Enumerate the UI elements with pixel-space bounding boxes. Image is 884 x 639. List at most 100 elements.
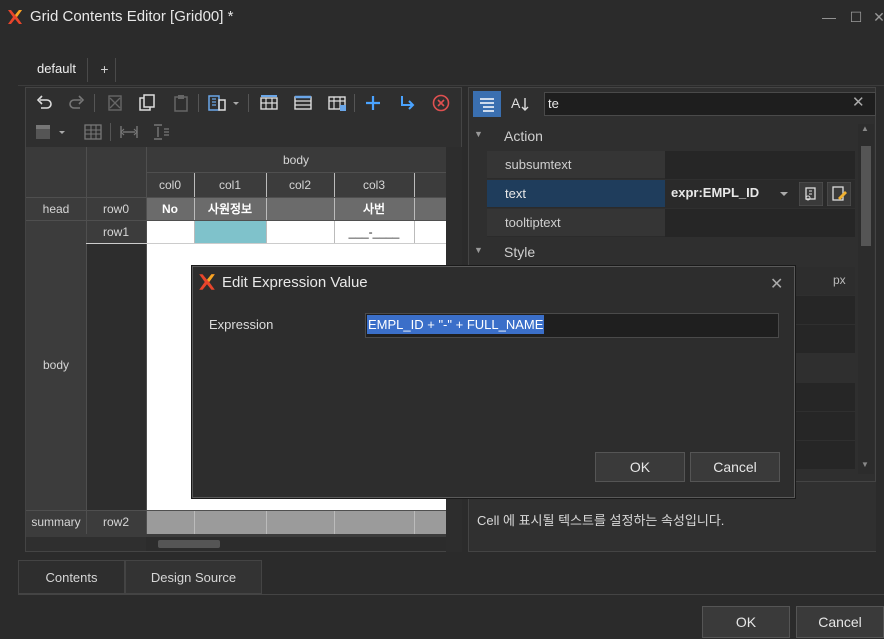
divider [18, 594, 884, 595]
dialog-title: Edit Expression Value [222, 274, 368, 291]
column-width-icon[interactable] [118, 121, 140, 143]
head-cell[interactable] [414, 197, 446, 220]
summary-row[interactable] [146, 510, 446, 534]
dialog-ok-button[interactable]: OK [595, 452, 685, 482]
head-cell[interactable] [266, 197, 334, 220]
categorized-view-icon[interactable] [473, 91, 501, 117]
property-value-cell[interactable] [795, 412, 855, 440]
column-header-col2[interactable]: col2 [266, 172, 334, 197]
dialog-cancel-button[interactable]: Cancel [690, 452, 780, 482]
property-value-cell[interactable] [795, 325, 855, 353]
property-row-text[interactable]: text expr:EMPL_ID [487, 180, 855, 208]
sort-alphabetical-icon[interactable]: A [508, 92, 534, 116]
property-row-tooltiptext[interactable]: tooltiptext [487, 209, 855, 237]
band-label-body: body [146, 147, 446, 172]
unit-label: px [833, 273, 846, 287]
body-cell[interactable] [146, 220, 194, 243]
toolbar-separator [198, 94, 199, 112]
category-action[interactable]: ▼ Action [470, 124, 860, 150]
category-style[interactable]: ▼ Style [470, 240, 860, 266]
delete-icon[interactable] [430, 92, 452, 114]
category-label: Action [504, 128, 543, 144]
dialog-close-button[interactable]: ✕ [770, 274, 783, 294]
property-value-field[interactable]: expr:EMPL_ID [665, 180, 855, 208]
copy-icon[interactable] [136, 92, 158, 114]
collapse-icon[interactable]: ▼ [474, 245, 483, 255]
expression-icon[interactable] [799, 182, 823, 206]
property-search-value: te [548, 96, 559, 111]
document-tab-strip [18, 46, 884, 86]
corner-cell [26, 147, 86, 197]
cut-icon[interactable] [104, 92, 126, 114]
scroll-down-icon[interactable]: ▼ [861, 460, 869, 469]
app-logo-icon [8, 10, 22, 24]
column-header-col0[interactable]: col0 [146, 172, 194, 197]
arrow-down-right-icon[interactable] [396, 92, 418, 114]
property-scrollbar[interactable]: ▲ ▼ [858, 124, 874, 474]
grid-icon[interactable] [82, 121, 104, 143]
property-value-cell[interactable] [795, 383, 855, 411]
toolbar-separator [110, 123, 111, 141]
window-title: Grid Contents Editor [Grid00] * [30, 8, 234, 25]
app-logo-icon [199, 274, 215, 290]
property-value-cell[interactable] [795, 296, 855, 324]
insert-row-icon[interactable] [258, 92, 280, 114]
svg-text:A: A [511, 95, 521, 111]
tab-design-source[interactable]: Design Source [125, 560, 262, 594]
maximize-button[interactable]: ☐ [845, 6, 867, 28]
band-summary-label: summary [31, 515, 81, 529]
scroll-up-icon[interactable]: ▲ [861, 124, 869, 133]
expression-label: Expression [209, 317, 274, 332]
row-label-row0[interactable]: row0 [86, 197, 146, 220]
band-head-label: head [42, 201, 70, 216]
property-search-input[interactable] [544, 92, 876, 116]
undo-icon[interactable] [33, 92, 55, 114]
property-value[interactable] [665, 209, 855, 237]
band-body-label: body [42, 358, 70, 372]
row-label-row2[interactable]: row2 [86, 510, 146, 534]
head-cell[interactable]: 사번 [334, 197, 414, 220]
body-cell[interactable]: ___-____ [334, 220, 414, 243]
paste-icon[interactable] [170, 92, 192, 114]
head-cell[interactable]: 사원정보 [194, 197, 266, 220]
cell-style-icon[interactable] [33, 121, 55, 143]
column-header-col3[interactable]: col3 [334, 172, 414, 197]
expression-value-selected: EMPL_ID + "-" + FULL_NAME [367, 315, 545, 334]
edit-icon[interactable] [827, 182, 851, 206]
body-cell-selected[interactable] [194, 220, 266, 243]
property-value-cell[interactable]: px [795, 267, 855, 295]
chevron-down-icon[interactable] [230, 92, 242, 114]
redo-icon[interactable] [66, 92, 88, 114]
category-label: Style [504, 244, 536, 260]
body-cell[interactable] [266, 220, 334, 243]
tab-default[interactable]: default [26, 58, 88, 82]
toolbar-separator [94, 94, 95, 112]
horizontal-scrollbar[interactable] [146, 537, 446, 551]
chevron-down-icon[interactable] [56, 121, 68, 143]
cancel-button[interactable]: Cancel [796, 606, 884, 638]
add-icon[interactable] [362, 92, 384, 114]
minimize-button[interactable]: — [818, 6, 840, 28]
property-description: Cell 에 표시될 텍스트를 설정하는 속성입니다. [477, 513, 725, 528]
property-value-cell[interactable] [795, 441, 855, 469]
column-header-col1[interactable]: col1 [194, 172, 266, 197]
row-height-icon[interactable] [150, 121, 172, 143]
property-row-subsumtext[interactable]: subsumtext [487, 151, 855, 179]
close-window-button[interactable]: ✕ [868, 6, 884, 28]
scroll-thumb[interactable] [158, 540, 220, 548]
ok-button[interactable]: OK [702, 606, 790, 638]
scroll-thumb[interactable] [861, 146, 871, 246]
clear-search-icon[interactable]: ✕ [852, 93, 865, 111]
building-icon[interactable] [206, 92, 228, 114]
head-cell[interactable]: No [146, 197, 194, 220]
property-name: subsumtext [505, 157, 572, 172]
corner-cell [86, 147, 146, 197]
collapse-icon[interactable]: ▼ [474, 129, 483, 139]
row-label-row1[interactable]: row1 [86, 220, 146, 243]
tab-contents[interactable]: Contents [18, 560, 125, 594]
insert-column-icon[interactable] [292, 92, 314, 114]
add-tab-button[interactable]: + [94, 58, 116, 82]
property-value[interactable] [665, 151, 855, 179]
merge-cells-icon[interactable] [326, 92, 348, 114]
chevron-down-icon[interactable] [773, 180, 795, 208]
